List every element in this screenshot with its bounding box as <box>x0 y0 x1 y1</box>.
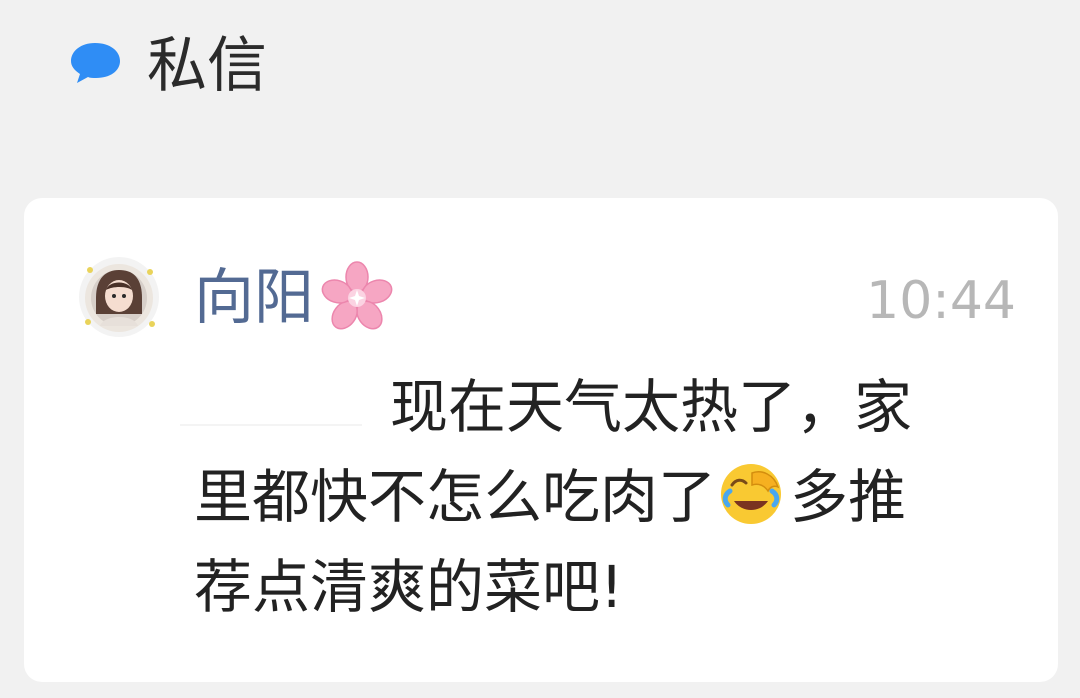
face-palm-laughing-icon <box>721 464 782 524</box>
message-time: 10:44 <box>866 271 1016 331</box>
message-line: 里都快不怎么吃肉了 多推 <box>194 452 1014 542</box>
header: 私信 <box>0 0 1080 196</box>
message-text-part: 荐点清爽的菜吧! <box>194 553 624 621</box>
message-card[interactable]: 向阳 10:44 现在天气太热了，家 里都快不怎么吃肉了 多推 荐点清爽的菜吧! <box>24 198 1058 682</box>
chat-bubble-icon <box>71 43 120 83</box>
sender: 向阳 <box>194 258 396 338</box>
sender-name[interactable]: 向阳 <box>194 258 314 338</box>
avatar[interactable] <box>78 256 160 338</box>
cherry-blossom-icon <box>321 261 393 330</box>
message-text: 现在天气太热了，家 里都快不怎么吃肉了 多推 荐点清爽的菜吧! <box>194 362 1014 632</box>
message-text-part: 多推 <box>790 463 907 531</box>
message-text-part: 现在天气太热了，家 <box>390 373 913 441</box>
message-text-part: 里都快不怎么吃肉了 <box>194 463 717 531</box>
page-title: 私信 <box>147 31 267 101</box>
message-line: 现在天气太热了，家 <box>194 362 1014 452</box>
message-line: 荐点清爽的菜吧! <box>194 542 1014 632</box>
